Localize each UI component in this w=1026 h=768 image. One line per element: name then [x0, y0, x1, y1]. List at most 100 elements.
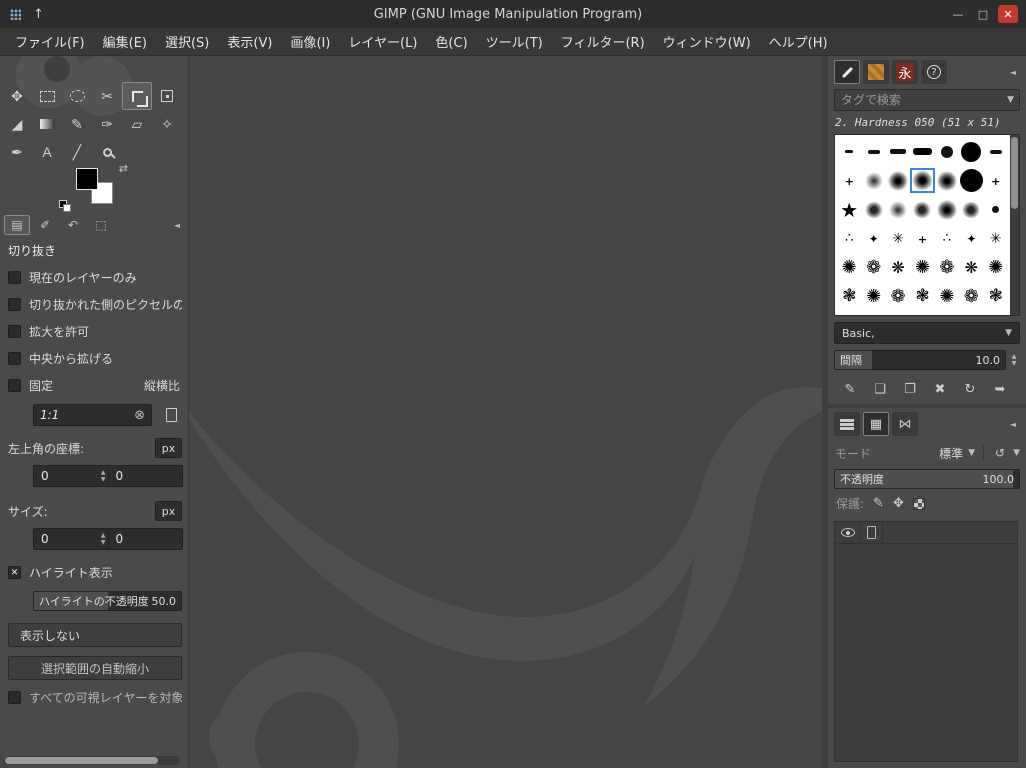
brush-search-input[interactable] — [834, 89, 1020, 111]
brush-thumbnail[interactable] — [910, 282, 934, 311]
default-colors-icon[interactable] — [59, 200, 71, 212]
brush-thumbnail[interactable] — [910, 224, 934, 253]
chevron-down-icon[interactable]: ▼ — [968, 448, 975, 458]
brush-thumbnail[interactable] — [861, 166, 885, 195]
brush-thumbnail[interactable] — [910, 253, 934, 282]
brush-thumbnail[interactable] — [959, 166, 983, 195]
scrollbar-thumb[interactable] — [1011, 137, 1018, 209]
checkbox[interactable] — [8, 352, 21, 365]
option-expand-from-center[interactable]: 中央から拡げる — [8, 350, 182, 367]
brush-thumbnail[interactable] — [837, 224, 861, 253]
lock-pixels-icon[interactable]: ✎ — [873, 496, 884, 511]
channels-tab[interactable] — [863, 412, 889, 436]
paintbrush-tool[interactable]: ✑ — [92, 110, 122, 138]
brush-thumbnail[interactable] — [886, 224, 910, 253]
brush-list-scrollbar[interactable] — [1010, 135, 1019, 315]
brush-thumbnail[interactable] — [910, 137, 934, 166]
brush-thumbnail[interactable] — [984, 195, 1008, 224]
option-delete-cropped-pixels[interactable]: 切り抜かれた側のピクセルの削 — [8, 296, 182, 313]
menu-edit[interactable]: 編集(E) — [94, 27, 156, 56]
pointer-tab[interactable]: ⬚ — [88, 215, 114, 235]
layer-list[interactable] — [834, 521, 1018, 762]
panel-menu-button[interactable]: ◄ — [1006, 65, 1020, 79]
checkbox[interactable] — [8, 325, 21, 338]
free-select-tool[interactable]: ✂ — [92, 82, 122, 110]
brush-thumbnail[interactable] — [935, 166, 959, 195]
airbrush-tool[interactable]: ✧ — [152, 110, 182, 138]
delete-brush-button[interactable]: ✖ — [928, 379, 952, 399]
brush-thumbnail[interactable] — [886, 195, 910, 224]
spacing-slider[interactable]: 間隔 10.0 — [834, 350, 1006, 370]
menu-image[interactable]: 画像(I) — [281, 27, 339, 56]
brush-thumbnail[interactable] — [886, 253, 910, 282]
tag-filter-dropdown[interactable]: Basic, ▼ — [834, 322, 1020, 344]
brush-thumbnail[interactable] — [984, 282, 1008, 311]
checkbox[interactable] — [8, 691, 21, 704]
menu-select[interactable]: 選択(S) — [156, 27, 218, 56]
link-cell[interactable] — [861, 522, 883, 543]
eraser-tool[interactable]: ▱ — [122, 110, 152, 138]
tool-options-scrollbar[interactable] — [4, 756, 180, 765]
scrollbar-thumb[interactable] — [5, 757, 159, 764]
title-bar[interactable]: ↑ GIMP (GNU Image Manipulation Program) … — [0, 0, 1026, 28]
workspace-grid-icon[interactable] — [10, 8, 21, 20]
layer-opacity-slider[interactable]: 不透明度 100.0 — [834, 469, 1020, 489]
brush-thumbnail[interactable] — [837, 166, 861, 195]
brush-thumbnail[interactable] — [984, 166, 1008, 195]
layers-tab[interactable] — [834, 412, 860, 436]
spacing-stepper[interactable]: ▲ ▼ — [1008, 350, 1020, 370]
auto-shrink-button[interactable]: 選択範囲の自動縮小 — [8, 656, 182, 680]
brush-thumbnail[interactable] — [910, 166, 934, 195]
position-x-field[interactable]: 0 ▲ ▼ — [33, 465, 109, 487]
brush-thumbnail[interactable] — [959, 282, 983, 311]
lock-alpha-icon[interactable] — [912, 497, 925, 510]
brush-thumbnail[interactable] — [837, 253, 861, 282]
menu-view[interactable]: 表示(V) — [218, 27, 281, 56]
size-unit-dropdown[interactable]: px — [155, 501, 182, 521]
menu-windows[interactable]: ウィンドウ(W) — [654, 27, 760, 56]
brush-thumbnail[interactable] — [861, 253, 885, 282]
zoom-tool[interactable] — [92, 138, 122, 166]
menu-filters[interactable]: フィルター(R) — [552, 27, 654, 56]
pencil-tool[interactable]: ✎ — [62, 110, 92, 138]
brush-thumbnail[interactable] — [984, 137, 1008, 166]
option-shrink-merged[interactable]: すべての可視レイヤーを対象に — [8, 689, 182, 706]
swap-colors-icon[interactable]: ⇄ — [119, 162, 128, 175]
maximize-button[interactable]: □ — [973, 5, 993, 23]
brush-thumbnail[interactable] — [886, 166, 910, 195]
aspect-ratio-input[interactable]: 1:1 ⊗ — [33, 404, 152, 426]
checkbox[interactable] — [8, 298, 21, 311]
brush-thumbnail[interactable] — [959, 253, 983, 282]
option-current-layer-only[interactable]: 現在のレイヤーのみ — [8, 269, 182, 286]
brush-thumbnail[interactable] — [935, 282, 959, 311]
foreground-color-swatch[interactable] — [76, 168, 98, 190]
visibility-cell[interactable] — [835, 522, 861, 543]
minimize-button[interactable]: — — [948, 5, 968, 23]
menu-help[interactable]: ヘルプ(H) — [760, 27, 837, 56]
gradient-tool[interactable] — [32, 110, 62, 138]
brush-thumbnail[interactable] — [935, 137, 959, 166]
mode-group-reset-button[interactable]: ↺ — [992, 444, 1008, 462]
guides-dropdown[interactable]: 表示しない — [8, 623, 182, 647]
ellipse-select-tool[interactable] — [62, 82, 92, 110]
brush-thumbnail[interactable] — [959, 224, 983, 253]
canvas-area[interactable] — [189, 56, 822, 768]
ink-tool[interactable]: ✒ — [2, 138, 32, 166]
brush-thumbnail[interactable] — [959, 195, 983, 224]
chevron-down-icon[interactable]: ▼ — [1007, 95, 1014, 105]
duplicate-brush-button[interactable]: ❐ — [898, 379, 922, 399]
brush-thumbnail[interactable] — [984, 224, 1008, 253]
menu-colors[interactable]: 色(C) — [426, 27, 476, 56]
brush-thumbnail[interactable] — [886, 137, 910, 166]
tool-options-tab[interactable]: ▤ — [4, 215, 30, 235]
brush-thumbnail[interactable] — [935, 253, 959, 282]
position-unit-dropdown[interactable]: px — [155, 438, 182, 458]
brush-thumbnail[interactable] — [910, 195, 934, 224]
brush-thumbnail[interactable] — [984, 253, 1008, 282]
rectangle-select-tool[interactable] — [32, 82, 62, 110]
checkbox-checked[interactable] — [8, 566, 21, 579]
brush-thumbnail[interactable] — [837, 137, 861, 166]
lock-position-icon[interactable]: ✥ — [893, 496, 904, 511]
brush-thumbnail[interactable] — [959, 137, 983, 166]
panel-menu-button[interactable]: ◄ — [1006, 417, 1020, 431]
